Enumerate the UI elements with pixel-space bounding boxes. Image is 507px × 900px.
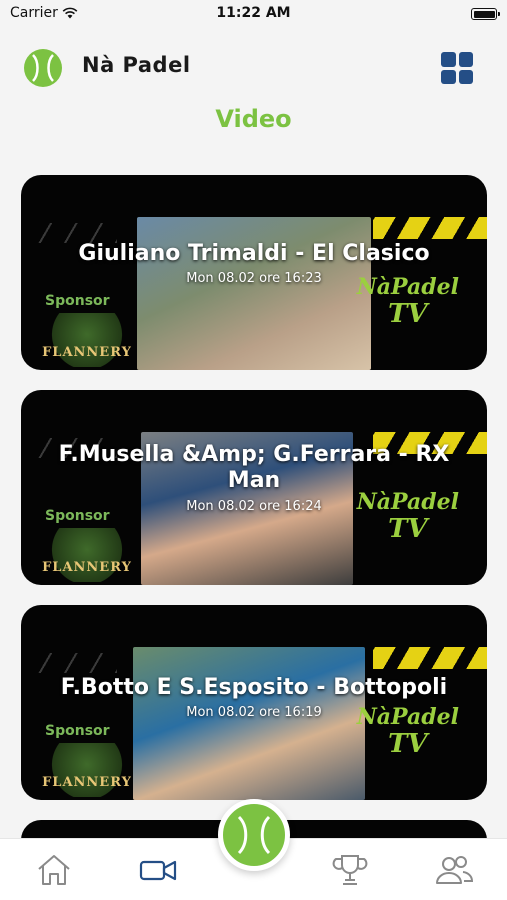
app-header: Nà Padel [0,40,507,96]
video-title: F.Botto E S.Esposito - Bottopoli [60,675,448,700]
app-logo[interactable] [24,49,62,87]
tab-video[interactable] [138,853,178,887]
channel-brand-tv: TV [388,514,428,545]
sponsor-name: FLANNERY [42,345,132,360]
stripes-decoration-left [29,653,117,673]
video-thumbnail [137,217,371,370]
sponsor-name: FLANNERY [42,775,132,790]
stripes-decoration-left [29,223,117,243]
tab-center-ball-button[interactable] [218,799,290,871]
tab-trophy[interactable] [330,853,370,887]
video-info: F.Botto E S.Esposito - Bottopoli Mon 08.… [21,675,487,720]
video-title: Giuliano Trimaldi - El Clasico [78,241,430,266]
tennis-ball-icon [32,54,54,82]
video-info: F.Musella &Amp; G.Ferrara - RX Man Mon 0… [21,442,487,514]
video-title: F.Musella &Amp; G.Ferrara - RX Man [58,442,450,494]
home-icon [38,855,70,885]
page-title: Video [215,105,292,133]
channel-brand-tv: TV [388,729,428,760]
grid-menu-button[interactable] [441,52,473,84]
video-date: Mon 08.02 ore 16:19 [186,705,322,721]
video-card[interactable]: NàPadel TV Sponsor FLANNERY F.Musella &A… [21,390,487,585]
sponsor-label: Sponsor [45,293,110,309]
people-icon [436,856,474,884]
sponsor-name: FLANNERY [42,560,132,575]
video-card[interactable]: NàPadel TV Sponsor FLANNERY Giuliano Tri… [21,175,487,370]
video-camera-icon [139,860,177,881]
app-title: Nà Padel [82,53,191,77]
tab-people[interactable] [434,853,474,887]
video-thumbnail [133,647,365,800]
tab-bar [0,799,507,900]
video-date: Mon 08.02 ore 16:23 [186,271,322,287]
grid-icon [441,52,456,67]
trophy-icon [332,855,368,885]
video-date: Mon 08.02 ore 16:24 [186,498,322,514]
status-bar: Carrier 11:22 AM [0,0,507,30]
video-info: Giuliano Trimaldi - El Clasico Mon 08.02… [21,241,487,286]
video-card[interactable]: NàPadel TV Sponsor FLANNERY F.Botto E S.… [21,605,487,800]
channel-brand-tv: TV [388,299,428,330]
stripes-decoration [373,647,487,669]
clock: 11:22 AM [216,5,291,21]
tab-home[interactable] [34,853,74,887]
battery-icon [471,8,500,20]
tennis-ball-icon [231,812,277,858]
stripes-decoration [373,217,487,239]
sponsor-label: Sponsor [45,723,110,739]
